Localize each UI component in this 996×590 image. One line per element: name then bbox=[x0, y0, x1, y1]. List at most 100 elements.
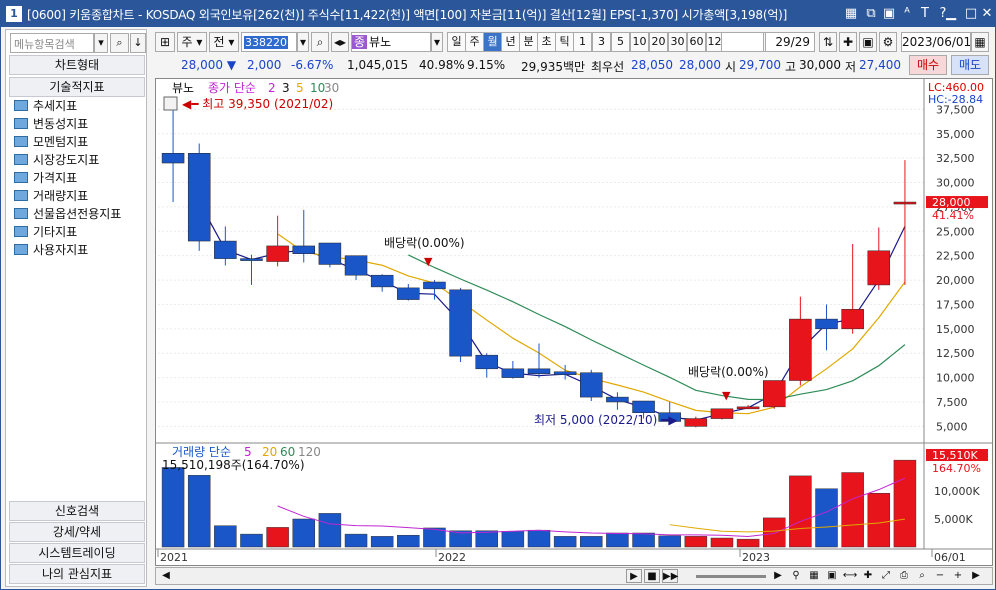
bottom-menu-item[interactable]: 강세/약세 bbox=[9, 522, 145, 542]
maximize-icon[interactable]: □ bbox=[963, 5, 979, 22]
period-button[interactable]: 일 bbox=[447, 32, 466, 52]
fit-icon[interactable]: ⤢ bbox=[878, 569, 894, 583]
chart-tools-icon[interactable]: ⚲ bbox=[788, 569, 804, 583]
period-button[interactable]: 초 bbox=[537, 32, 556, 52]
tree-item[interactable]: 선물옵션전용지표 bbox=[14, 205, 121, 223]
tree-item[interactable]: 기타지표 bbox=[14, 223, 77, 241]
down-arrow-icon[interactable]: ↓ bbox=[130, 33, 146, 53]
calendar-icon[interactable]: ▦ bbox=[971, 32, 989, 52]
history-icon[interactable]: ◂▸ bbox=[331, 32, 349, 52]
count-field[interactable]: 29/29 bbox=[765, 32, 815, 52]
print-icon[interactable]: ⎙ bbox=[896, 569, 912, 583]
scroll-right-icon[interactable]: ▶ bbox=[770, 569, 786, 583]
interval-button[interactable]: 1 bbox=[573, 32, 592, 52]
period-button[interactable]: 틱 bbox=[555, 32, 574, 52]
compare-icon[interactable]: ⇅ bbox=[819, 32, 837, 52]
zoom-slider[interactable] bbox=[696, 575, 766, 578]
period-button[interactable]: 분 bbox=[519, 32, 538, 52]
volume-legend: 거래량 단순 bbox=[172, 445, 231, 459]
bottom-menu-item[interactable]: 신호검색 bbox=[9, 501, 145, 521]
menu-search-input[interactable]: 메뉴항목검색 bbox=[10, 33, 94, 53]
table-icon[interactable]: ▦ bbox=[806, 569, 822, 583]
scroll-left-icon[interactable]: ◀ bbox=[158, 569, 174, 583]
window-icon[interactable]: ▣ bbox=[824, 569, 840, 583]
tree-item[interactable]: 사용자지표 bbox=[14, 241, 88, 259]
tree-item[interactable]: 거래량지표 bbox=[14, 187, 88, 205]
volume-bar bbox=[266, 527, 289, 548]
settings-icon[interactable]: ⚙ bbox=[879, 32, 897, 52]
grid-icon[interactable]: ▦ bbox=[843, 5, 859, 22]
stock-code-input[interactable]: 338220 bbox=[241, 32, 297, 52]
period-button[interactable]: 년 bbox=[501, 32, 520, 52]
copy-icon[interactable]: ⧉ bbox=[863, 5, 879, 22]
tree-item[interactable]: 모멘텀지표 bbox=[14, 133, 88, 151]
sell-button[interactable]: 매도 bbox=[951, 55, 989, 75]
interval-button[interactable]: 5 bbox=[611, 32, 630, 52]
tree-item[interactable]: 가격지표 bbox=[14, 169, 77, 187]
code-dropdown-button[interactable]: ▾ bbox=[297, 32, 309, 52]
date-field[interactable]: 2023/06/01 bbox=[901, 32, 971, 52]
ruler-icon[interactable]: ⟷ bbox=[842, 569, 858, 583]
candle-body bbox=[841, 309, 864, 330]
chart-type-header[interactable]: 차트형태 bbox=[9, 55, 145, 75]
bottom-menu-item[interactable]: 시스템트레이딩 bbox=[9, 543, 145, 563]
save-icon[interactable]: ▣ bbox=[881, 5, 897, 22]
interval-input[interactable] bbox=[721, 32, 765, 52]
legend-ma-period: 3 bbox=[282, 81, 290, 95]
tree-item-label: 시장강도지표 bbox=[33, 153, 100, 167]
interval-button[interactable]: 20 bbox=[649, 32, 668, 52]
volume-bar bbox=[214, 525, 237, 548]
period-button[interactable]: 월 bbox=[483, 32, 502, 52]
prev-select[interactable]: 전 ▾ bbox=[209, 32, 239, 52]
tree-item[interactable]: 시장강도지표 bbox=[14, 151, 99, 169]
volume-tick: 10,000K bbox=[934, 485, 980, 498]
stock-name-field[interactable]: 종 뷰노 bbox=[351, 32, 431, 52]
zoom-in-icon[interactable]: + bbox=[950, 569, 966, 583]
search-icon[interactable]: ⌕ bbox=[110, 33, 129, 53]
folder-icon bbox=[14, 208, 28, 219]
best-ask: 28,050 bbox=[631, 58, 673, 72]
dividend-arrow-icon: ▼ bbox=[722, 389, 731, 402]
font-icon[interactable]: ᴬ bbox=[899, 5, 915, 22]
tree-item-label: 사용자지표 bbox=[33, 243, 89, 257]
candle-body bbox=[762, 380, 786, 408]
tools-icon[interactable]: ✚ bbox=[839, 32, 857, 52]
tree-item-label: 추세지표 bbox=[33, 99, 78, 113]
zoom-icon[interactable]: ⌕ bbox=[914, 569, 930, 583]
bottom-menu-item[interactable]: 나의 관심지표 bbox=[9, 564, 145, 584]
pin-icon[interactable]: T bbox=[917, 5, 933, 22]
period-button[interactable]: 주 bbox=[465, 32, 484, 52]
interval-button[interactable]: 3 bbox=[592, 32, 611, 52]
chart-area[interactable]: 37,50035,00032,50030,00027,50025,00022,5… bbox=[155, 78, 993, 566]
close-icon[interactable]: ✕ bbox=[979, 5, 995, 22]
price-tick: 20,000 bbox=[936, 274, 975, 287]
chart-scrollbar[interactable]: ◀ ▶ ■ ▶▶ ▶ ⚲ ▦ ▣ ⟷ ✚ ⤢ ⎙ ⌕ − + ▶ bbox=[155, 567, 993, 585]
tree-item[interactable]: 추세지표 bbox=[14, 97, 77, 115]
minimize-icon[interactable]: ▁ bbox=[943, 5, 959, 22]
candle-body bbox=[736, 406, 760, 410]
volume-bar bbox=[606, 532, 629, 548]
interval-button[interactable]: 60 bbox=[687, 32, 706, 52]
candle-body bbox=[423, 281, 446, 290]
tree-item[interactable]: 변동성지표 bbox=[14, 115, 88, 133]
folder-icon bbox=[14, 118, 28, 129]
tech-indicator-header[interactable]: 기술적지표 bbox=[9, 77, 145, 97]
zoom-out-icon[interactable]: − bbox=[932, 569, 948, 583]
save-icon[interactable]: ▣ bbox=[859, 32, 877, 52]
fast-forward-icon[interactable]: ▶▶ bbox=[662, 569, 678, 583]
trade-amount: 29,935백만 bbox=[521, 60, 586, 74]
cross-icon[interactable]: ✚ bbox=[860, 569, 876, 583]
search-icon[interactable]: ⌕ bbox=[311, 32, 329, 52]
stop-icon[interactable]: ■ bbox=[644, 569, 660, 583]
search-dropdown-button[interactable]: ▾ bbox=[94, 33, 108, 53]
play-icon[interactable]: ▶ bbox=[626, 569, 642, 583]
chart-layout-icon[interactable]: ⊞ bbox=[155, 32, 175, 52]
scroll-end-icon[interactable]: ▶ bbox=[968, 569, 984, 583]
price-tick: 10,000 bbox=[936, 372, 975, 385]
name-dropdown-button[interactable]: ▾ bbox=[431, 32, 443, 52]
interval-button[interactable]: 30 bbox=[668, 32, 687, 52]
buy-button[interactable]: 매수 bbox=[909, 55, 947, 75]
interval-button[interactable]: 10 bbox=[630, 32, 649, 52]
market-select[interactable]: 주 ▾ bbox=[177, 32, 207, 52]
price-chart[interactable]: 37,50035,00032,50030,00027,50025,00022,5… bbox=[156, 79, 992, 565]
